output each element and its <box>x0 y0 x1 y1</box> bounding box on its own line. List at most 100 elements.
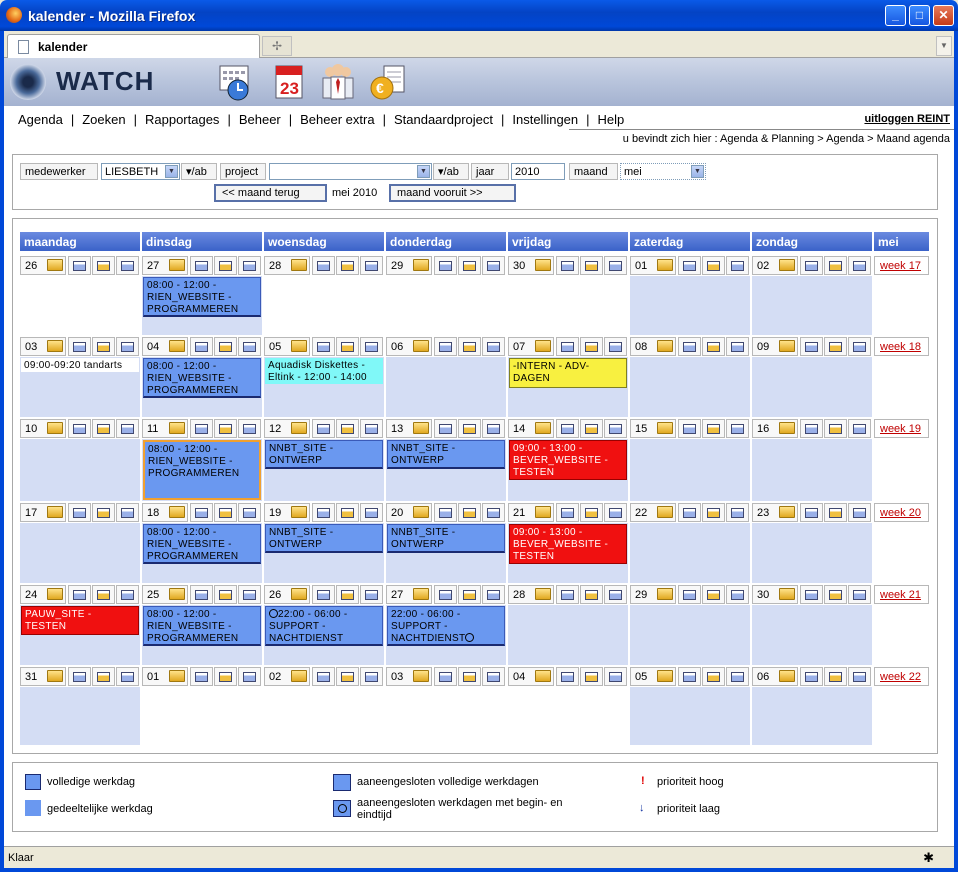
week-link[interactable]: week 19 <box>874 419 929 438</box>
day-number[interactable]: 15 <box>630 419 676 438</box>
week-view-button[interactable] <box>92 667 115 686</box>
folder-open-icon[interactable] <box>779 588 795 600</box>
day-view-button[interactable] <box>190 503 213 522</box>
calendar-event[interactable]: PAUW_SITE - TESTEN <box>21 606 139 635</box>
day-view-button[interactable] <box>800 585 823 604</box>
day-cell[interactable] <box>752 605 872 665</box>
day-view-button[interactable] <box>678 585 701 604</box>
nav-item-help[interactable]: Help <box>598 112 625 127</box>
week-view-button[interactable] <box>92 585 115 604</box>
week-view-button[interactable] <box>580 337 603 356</box>
month-view-button[interactable] <box>848 419 871 438</box>
folder-open-icon[interactable] <box>657 588 673 600</box>
minimize-button[interactable]: _ <box>885 5 906 26</box>
day-number[interactable]: 16 <box>752 419 798 438</box>
month-view-button[interactable] <box>116 585 139 604</box>
week-view-button[interactable] <box>214 256 237 275</box>
calendar-event[interactable]: NNBT_SITE - ONTWERP <box>265 440 383 469</box>
folder-open-icon[interactable] <box>291 422 307 434</box>
calendar-event[interactable]: 22:00 - 06:00 - SUPPORT - NACHTDIENST <box>265 606 383 646</box>
day-cell[interactable] <box>752 276 872 335</box>
day-view-button[interactable] <box>434 503 457 522</box>
folder-open-icon[interactable] <box>169 588 185 600</box>
nav-item-standaardproject[interactable]: Standaardproject <box>394 112 493 127</box>
week-view-button[interactable] <box>336 337 359 356</box>
month-view-button[interactable] <box>604 503 627 522</box>
day-number[interactable]: 04 <box>508 667 554 686</box>
month-view-button[interactable] <box>482 419 505 438</box>
day-number[interactable]: 06 <box>386 337 432 356</box>
calendar-event[interactable]: -INTERN - ADV-DAGEN <box>509 358 627 388</box>
day-number[interactable]: 13 <box>386 419 432 438</box>
week-view-button[interactable] <box>214 419 237 438</box>
folder-open-icon[interactable] <box>47 340 63 352</box>
next-month-button[interactable]: maand vooruit >> <box>389 184 516 202</box>
folder-open-icon[interactable] <box>535 670 551 682</box>
day-view-button[interactable] <box>556 256 579 275</box>
day-cell[interactable] <box>752 439 872 501</box>
day-cell[interactable] <box>630 439 750 501</box>
folder-open-icon[interactable] <box>535 506 551 518</box>
finance-icon[interactable]: € <box>368 62 408 102</box>
day-view-button[interactable] <box>68 585 91 604</box>
day-number[interactable]: 30 <box>508 256 554 275</box>
medewerker-ab-button[interactable]: ▾/ab <box>181 163 217 180</box>
day-number[interactable]: 21 <box>508 503 554 522</box>
folder-open-icon[interactable] <box>47 588 63 600</box>
week-view-button[interactable] <box>214 503 237 522</box>
folder-open-icon[interactable] <box>291 506 307 518</box>
folder-open-icon[interactable] <box>535 588 551 600</box>
day-number[interactable]: 11 <box>142 419 188 438</box>
calendar-event[interactable]: NNBT_SITE - ONTWERP <box>387 440 505 469</box>
folder-open-icon[interactable] <box>169 506 185 518</box>
day-cell[interactable] <box>20 276 140 335</box>
nav-item-beheer[interactable]: Beheer <box>239 112 281 127</box>
folder-open-icon[interactable] <box>169 422 185 434</box>
week-view-button[interactable] <box>214 667 237 686</box>
month-view-button[interactable] <box>726 503 749 522</box>
week-link[interactable]: week 18 <box>874 337 929 356</box>
day-number[interactable]: 24 <box>20 585 66 604</box>
day-cell[interactable] <box>20 439 140 501</box>
users-icon[interactable] <box>318 62 358 102</box>
calendar-event[interactable]: 09:00 - 13:00 - BEVER_WEBSITE - TESTEN <box>509 440 627 480</box>
day-number[interactable]: 26 <box>20 256 66 275</box>
day-cell[interactable] <box>508 605 628 665</box>
month-view-button[interactable] <box>604 337 627 356</box>
week-view-button[interactable] <box>458 256 481 275</box>
month-view-button[interactable] <box>238 419 261 438</box>
project-select[interactable]: ▼ <box>269 163 432 180</box>
day-view-button[interactable] <box>678 337 701 356</box>
day-view-button[interactable] <box>556 585 579 604</box>
day-number[interactable]: 10 <box>20 419 66 438</box>
folder-open-icon[interactable] <box>779 422 795 434</box>
calendar-event[interactable]: 09:00 - 13:00 - BEVER_WEBSITE - TESTEN <box>509 524 627 564</box>
day-number[interactable]: 19 <box>264 503 310 522</box>
maand-select[interactable]: mei ▼ <box>620 163 706 180</box>
week-view-button[interactable] <box>336 667 359 686</box>
day-number[interactable]: 12 <box>264 419 310 438</box>
day-cell[interactable] <box>20 523 140 583</box>
day-cell[interactable] <box>142 687 262 745</box>
tab-list-button[interactable]: ▼ <box>936 36 952 56</box>
day-view-button[interactable] <box>68 337 91 356</box>
week-view-button[interactable] <box>702 256 725 275</box>
folder-open-icon[interactable] <box>291 588 307 600</box>
week-view-button[interactable] <box>214 585 237 604</box>
day-view-button[interactable] <box>312 503 335 522</box>
folder-open-icon[interactable] <box>657 506 673 518</box>
jaar-input[interactable]: 2010 <box>511 163 565 180</box>
day-view-button[interactable] <box>800 503 823 522</box>
medewerker-select[interactable]: LIESBETH ▼ <box>101 163 180 180</box>
month-view-button[interactable] <box>604 585 627 604</box>
day-view-button[interactable] <box>190 419 213 438</box>
folder-open-icon[interactable] <box>47 422 63 434</box>
day-cell[interactable] <box>630 276 750 335</box>
day-cell[interactable] <box>20 687 140 745</box>
calendar-clock-icon[interactable] <box>216 62 256 102</box>
folder-open-icon[interactable] <box>413 340 429 352</box>
month-view-button[interactable] <box>848 256 871 275</box>
new-tab-button[interactable]: ✢ <box>262 36 292 56</box>
month-view-button[interactable] <box>848 585 871 604</box>
month-view-button[interactable] <box>360 256 383 275</box>
